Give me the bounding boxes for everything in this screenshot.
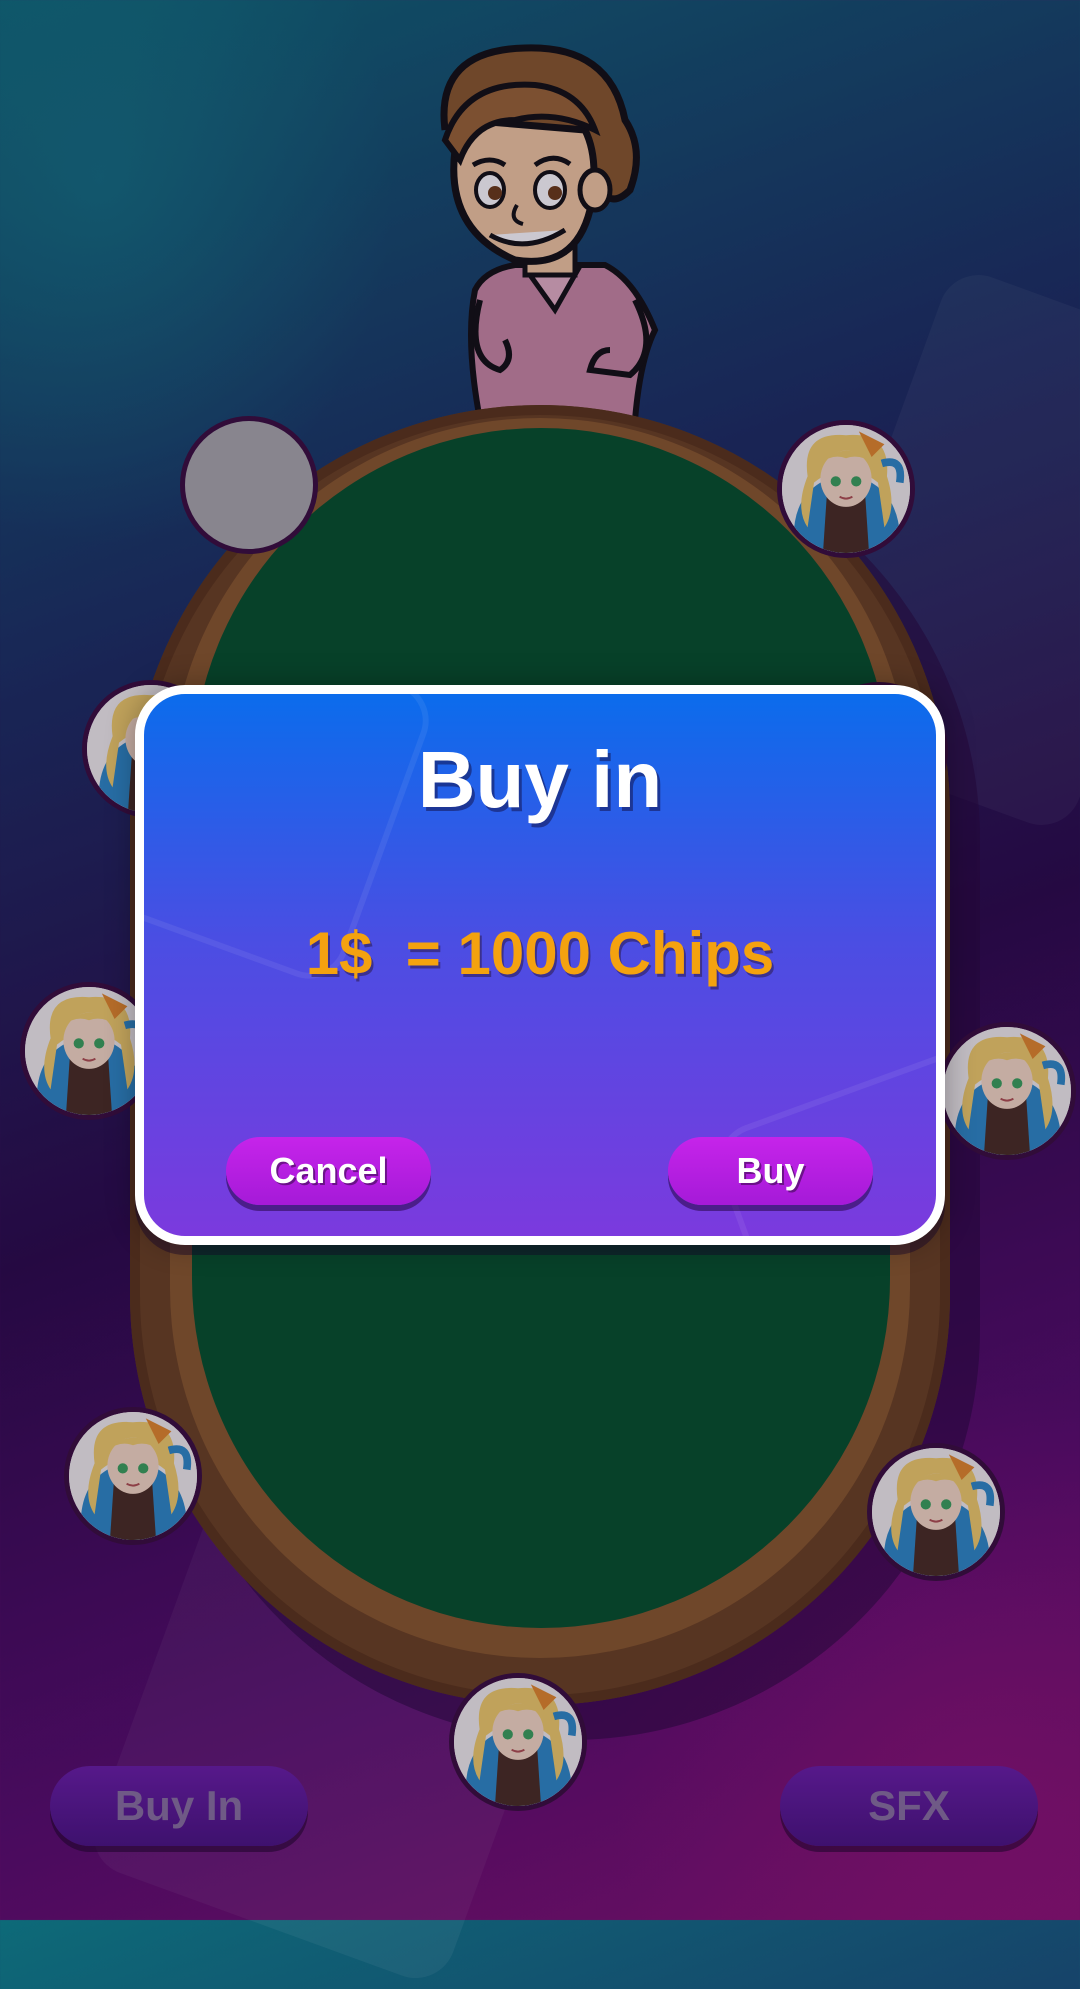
buy-in-dialog: Buy in 1$ = 1000 Chips Cancel Buy	[135, 685, 945, 1245]
cancel-button[interactable]: Cancel	[226, 1137, 431, 1205]
exchange-rate-text: 1$ = 1000 Chips	[305, 920, 775, 987]
dialog-card-decoration	[707, 1025, 936, 1236]
buy-button[interactable]: Buy	[668, 1137, 873, 1205]
dialog-title: Buy in	[417, 735, 663, 824]
